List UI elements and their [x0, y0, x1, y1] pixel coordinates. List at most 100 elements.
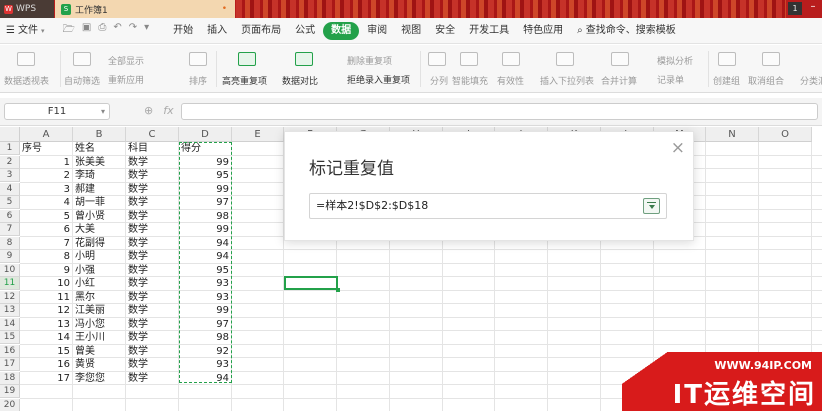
subtotal-button[interactable]: 分类汇: [800, 74, 822, 87]
insert-dropdown-button[interactable]: 插入下拉列表: [540, 74, 594, 87]
cell-subject[interactable]: 数学: [128, 250, 176, 263]
reject-duplicates-button[interactable]: 拒绝录入重复项: [347, 73, 410, 86]
split-column-button[interactable]: 分列: [430, 74, 448, 87]
save-icon[interactable]: ▣: [82, 22, 91, 39]
close-icon[interactable]: ×: [671, 138, 685, 158]
tab-home[interactable]: 开始: [167, 22, 199, 40]
row-header-17[interactable]: 17: [0, 358, 20, 371]
wps-home-tab[interactable]: W WPS: [0, 0, 54, 18]
cell-name[interactable]: 张美美: [75, 156, 123, 169]
cell-name[interactable]: 冯小您: [75, 318, 123, 331]
row-header-3[interactable]: 3: [0, 169, 20, 182]
delete-duplicates-button[interactable]: 删除重复项: [347, 54, 392, 67]
data-compare-button[interactable]: 数据对比: [282, 74, 318, 87]
redo-icon[interactable]: ↷: [129, 22, 137, 39]
cell-subject[interactable]: 数学: [128, 318, 176, 331]
cell-subject[interactable]: 数学: [128, 196, 176, 209]
cell-name[interactable]: 小红: [75, 277, 123, 290]
cell-seq[interactable]: 11: [22, 291, 70, 304]
column-header-n[interactable]: N: [706, 127, 759, 142]
header-cell-name[interactable]: 姓名: [75, 142, 123, 155]
cell-seq[interactable]: 16: [22, 358, 70, 371]
cell-subject[interactable]: 数学: [128, 331, 176, 344]
row-header-19[interactable]: 19: [0, 385, 20, 398]
cell-seq[interactable]: 10: [22, 277, 70, 290]
row-header-20[interactable]: 20: [0, 398, 20, 411]
row-header-7[interactable]: 7: [0, 223, 20, 236]
cell-seq[interactable]: 17: [22, 372, 70, 385]
row-header-15[interactable]: 15: [0, 331, 20, 344]
tab-developer[interactable]: 开发工具: [463, 22, 515, 40]
cell-name[interactable]: 花副得: [75, 237, 123, 250]
cell-subject[interactable]: 数学: [128, 358, 176, 371]
column-header-e[interactable]: E: [232, 127, 284, 142]
row-header-14[interactable]: 14: [0, 317, 20, 331]
tab-formulas[interactable]: 公式: [289, 22, 321, 40]
row-header-8[interactable]: 8: [0, 236, 20, 250]
tab-page-layout[interactable]: 页面布局: [235, 22, 287, 40]
cell-name[interactable]: 小强: [75, 264, 123, 277]
cell-subject[interactable]: 数学: [128, 264, 176, 277]
cell-seq[interactable]: 8: [22, 250, 70, 263]
row-header-9[interactable]: 9: [0, 250, 20, 263]
zoom-icon[interactable]: ⊕: [144, 104, 153, 117]
cell-seq[interactable]: 5: [22, 210, 70, 223]
cell-name[interactable]: 曾美: [75, 345, 123, 358]
range-input[interactable]: =样本2!$D$2:$D$18: [309, 193, 667, 219]
reapply-button[interactable]: 重新应用: [108, 73, 144, 86]
open-icon[interactable]: 🗁: [62, 22, 74, 39]
cell-subject[interactable]: 数学: [128, 277, 176, 290]
cell-seq[interactable]: 3: [22, 183, 70, 196]
cell-name[interactable]: 小明: [75, 250, 123, 263]
cell-name[interactable]: 李琦: [75, 169, 123, 182]
column-header-b[interactable]: B: [73, 127, 126, 142]
row-header-11[interactable]: 11: [0, 277, 20, 290]
row-header-5[interactable]: 5: [0, 196, 20, 209]
row-header-16[interactable]: 16: [0, 344, 20, 358]
autofilter-button[interactable]: 自动筛选: [64, 74, 100, 87]
cell-subject[interactable]: 数学: [128, 304, 176, 317]
file-menu[interactable]: ☰ 文件 ▾: [0, 22, 50, 40]
minimize-button[interactable]: –: [806, 2, 820, 15]
pivot-table-button[interactable]: 数据透视表: [4, 74, 49, 87]
command-search[interactable]: ⌕ 查找命令、搜索模板: [571, 22, 682, 40]
cell-seq[interactable]: 13: [22, 318, 70, 331]
column-header-c[interactable]: C: [126, 127, 179, 142]
cell-name[interactable]: 黑尔: [75, 291, 123, 304]
cell-subject[interactable]: 数学: [128, 210, 176, 223]
document-tab[interactable]: S 工作簿1 •: [55, 0, 235, 18]
tab-security[interactable]: 安全: [429, 22, 461, 40]
range-picker-icon[interactable]: [643, 198, 660, 214]
row-header-4[interactable]: 4: [0, 182, 20, 196]
row-header-18[interactable]: 18: [0, 371, 20, 385]
smart-fill-button[interactable]: 智能填充: [452, 74, 488, 87]
name-box[interactable]: F11 ▾: [4, 103, 110, 120]
cell-seq[interactable]: 1: [22, 156, 70, 169]
validity-button[interactable]: 有效性: [497, 74, 524, 87]
column-header-d[interactable]: D: [179, 127, 232, 142]
undo-icon[interactable]: ↶: [113, 22, 121, 39]
cell-seq[interactable]: 14: [22, 331, 70, 344]
cell-seq[interactable]: 12: [22, 304, 70, 317]
active-cell-f11[interactable]: [284, 276, 340, 292]
column-header-o[interactable]: O: [759, 127, 812, 142]
cell-subject[interactable]: 数学: [128, 237, 176, 250]
cell-name[interactable]: 王小川: [75, 331, 123, 344]
row-header-2[interactable]: 2: [0, 155, 20, 169]
cell-subject[interactable]: 数学: [128, 156, 176, 169]
row-header-12[interactable]: 12: [0, 290, 20, 304]
row-header-6[interactable]: 6: [0, 209, 20, 223]
header-cell-subject[interactable]: 科目: [128, 142, 176, 155]
create-group-button[interactable]: 创建组: [713, 74, 740, 87]
whatif-button[interactable]: 模拟分析: [657, 54, 693, 67]
row-header-1[interactable]: 1: [0, 142, 20, 155]
cell-seq[interactable]: 7: [22, 237, 70, 250]
fx-icon[interactable]: fx: [163, 104, 173, 117]
ungroup-button[interactable]: 取消组合: [748, 74, 784, 87]
window-badge[interactable]: 1: [788, 2, 802, 15]
tab-special[interactable]: 特色应用: [517, 22, 569, 40]
tab-view[interactable]: 视图: [395, 22, 427, 40]
cell-subject[interactable]: 数学: [128, 291, 176, 304]
cell-seq[interactable]: 6: [22, 223, 70, 236]
cell-name[interactable]: 郝建: [75, 183, 123, 196]
